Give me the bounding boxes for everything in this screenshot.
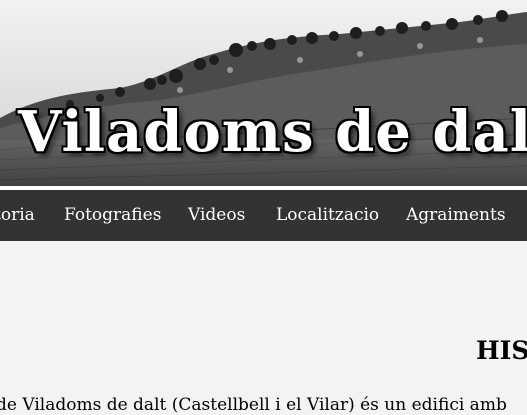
main-navigation: toria Fotografies Videos Localitzacio Ag…: [0, 190, 527, 241]
nav-item-localitzacio[interactable]: Localitzacio: [276, 190, 379, 241]
section-heading: HIS: [476, 336, 527, 365]
nav-item-agraiments[interactable]: Agraiments: [406, 190, 506, 241]
header-banner: Viladoms de dalt: [0, 0, 527, 186]
nav-item-fotografies[interactable]: Fotografies: [64, 190, 161, 241]
nav-item-historia[interactable]: toria: [0, 190, 35, 241]
nav-item-videos[interactable]: Videos: [188, 190, 245, 241]
intro-paragraph: de Viladoms de dalt (Castellbell i el Vi…: [0, 395, 507, 415]
site-title: Viladoms de dalt: [18, 99, 527, 165]
